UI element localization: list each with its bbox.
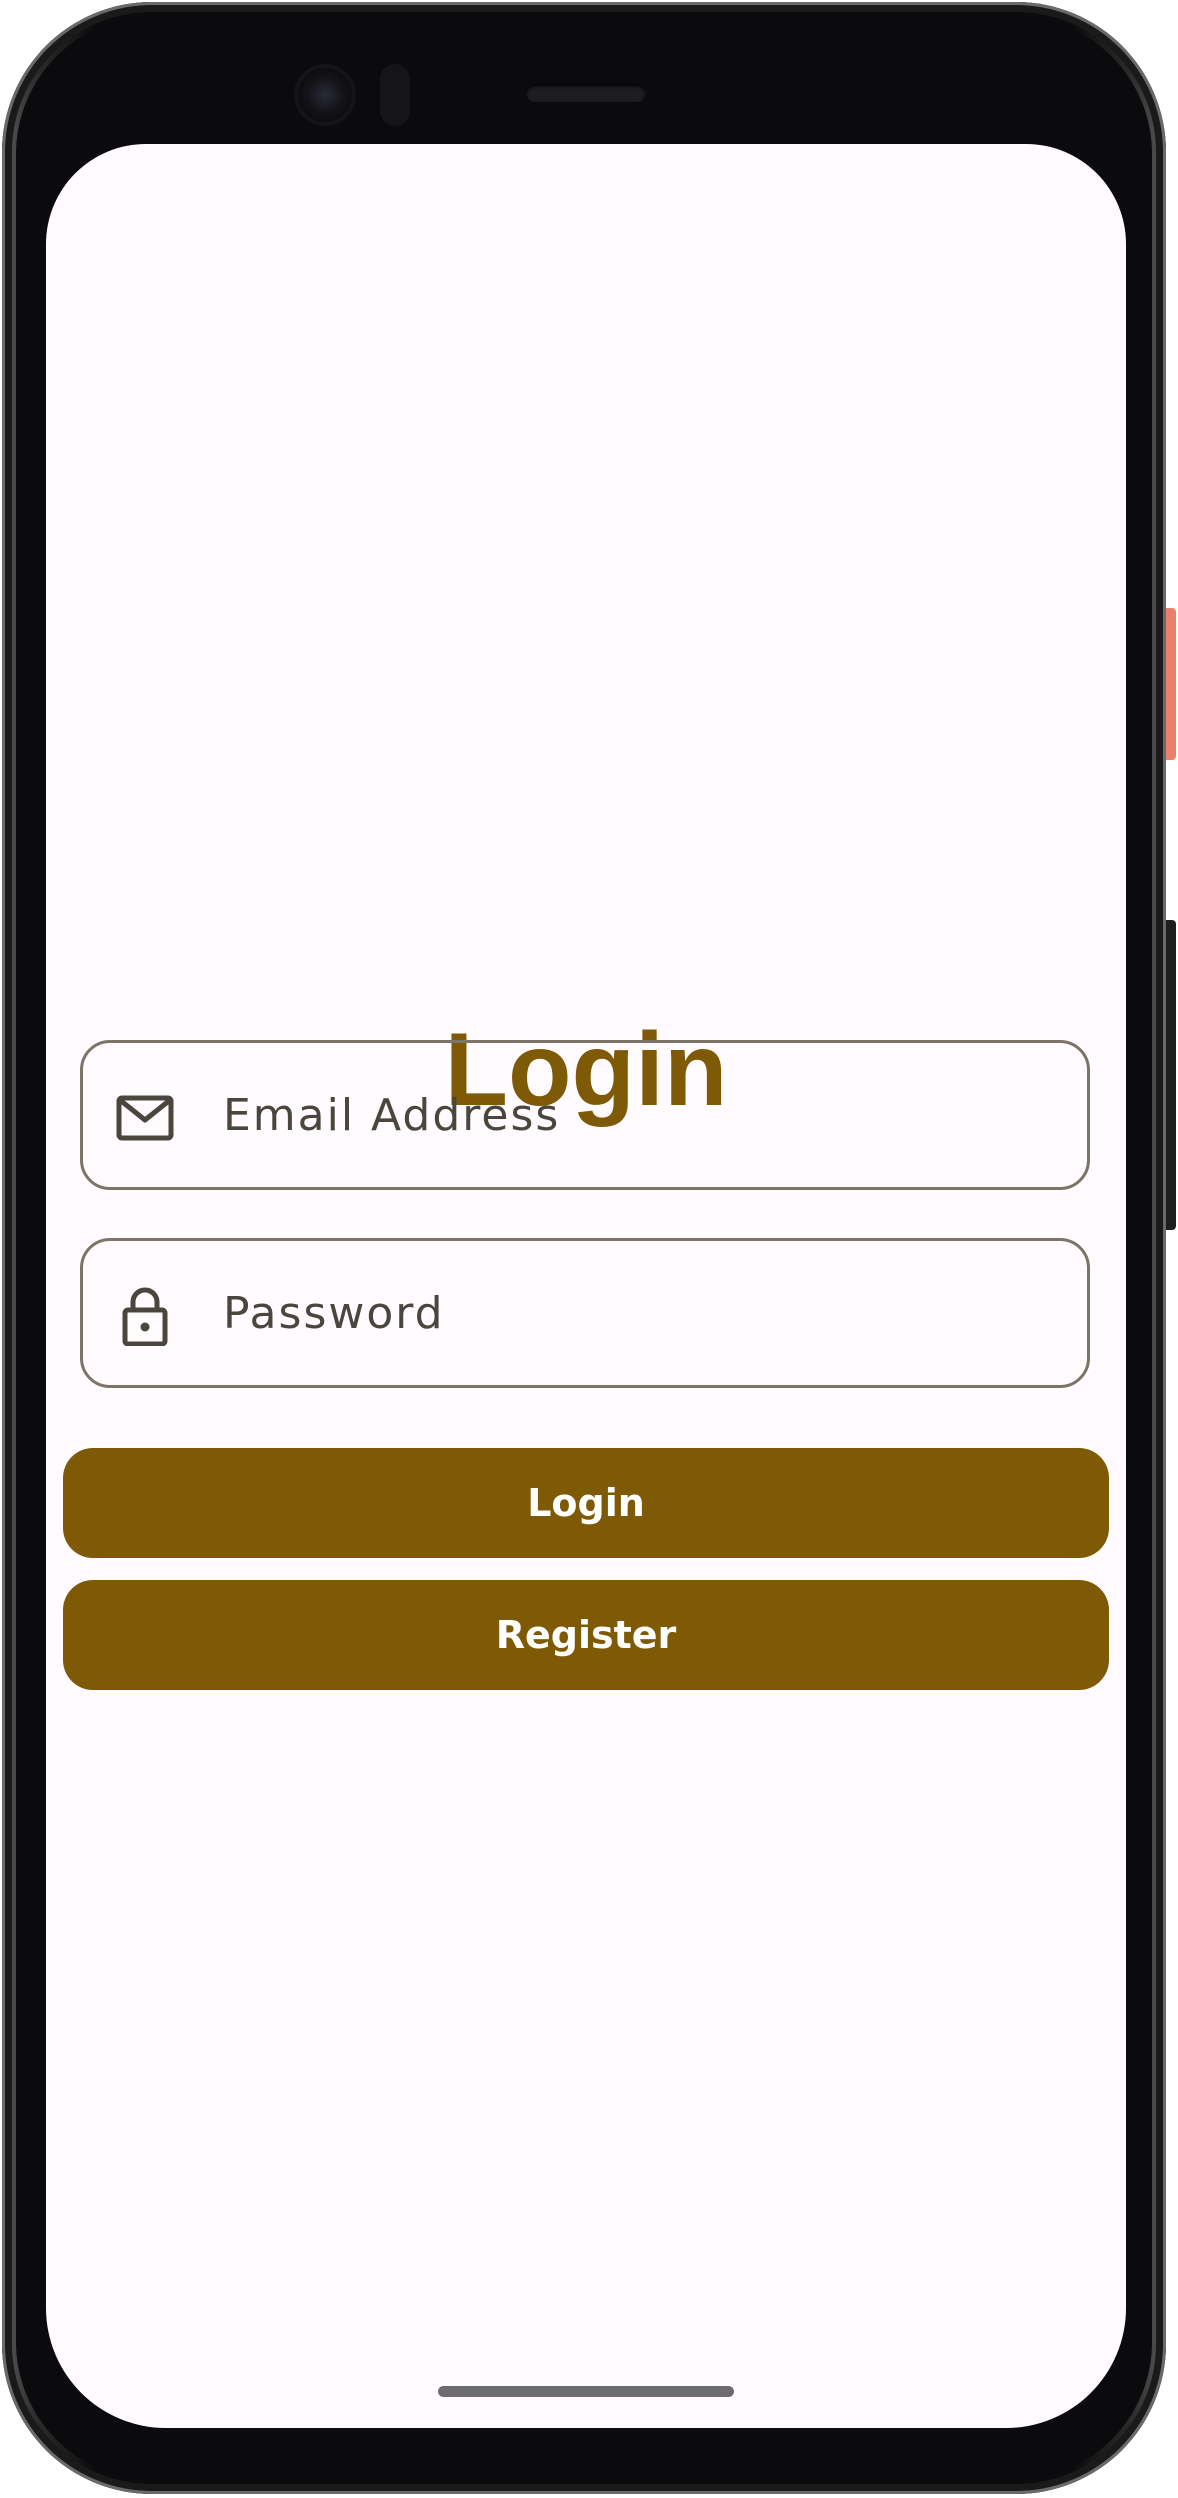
power-button: [1166, 608, 1176, 760]
email-field[interactable]: [80, 1040, 1090, 1190]
email-input[interactable]: [223, 1043, 1063, 1187]
earpiece-speaker: [526, 84, 646, 102]
password-field[interactable]: [80, 1238, 1090, 1388]
home-indicator[interactable]: [438, 2386, 734, 2397]
password-input[interactable]: [223, 1241, 1063, 1385]
front-camera: [298, 68, 352, 122]
envelope-icon: [116, 1095, 174, 1141]
login-button[interactable]: Login: [63, 1448, 1109, 1558]
volume-button: [1166, 920, 1176, 1230]
proximity-sensor: [380, 64, 410, 126]
lock-icon: [122, 1287, 168, 1346]
register-button[interactable]: Register: [63, 1580, 1109, 1690]
app-screen: Login Login Register: [46, 144, 1126, 2428]
